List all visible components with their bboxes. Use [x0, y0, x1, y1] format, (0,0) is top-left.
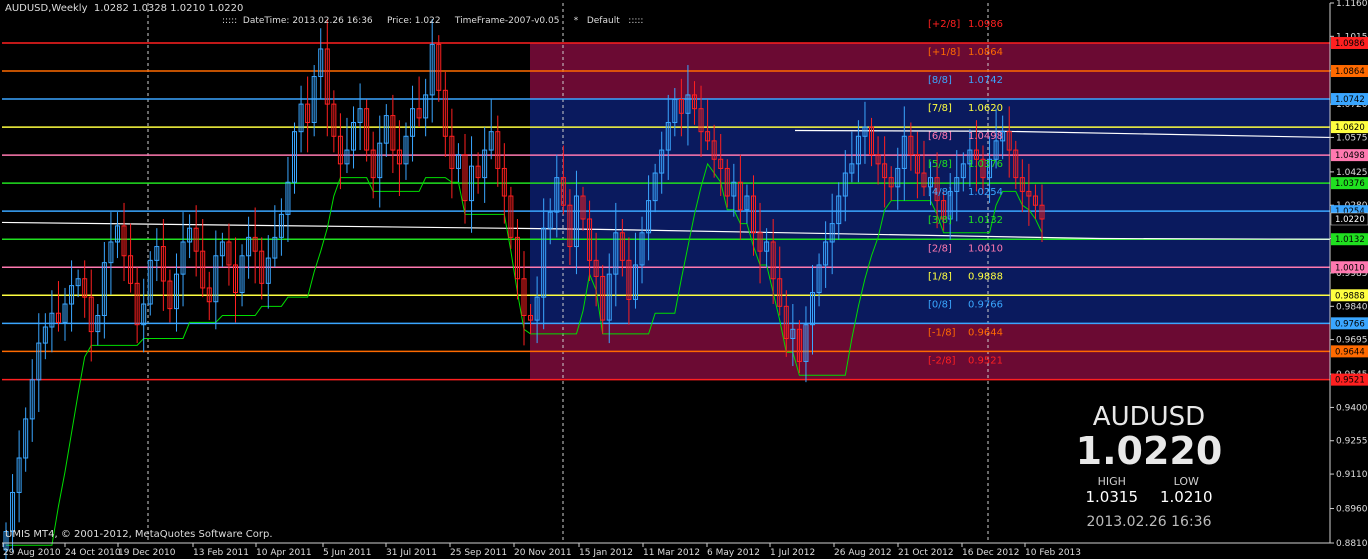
- murrey-level-label: [4/8]: [928, 187, 952, 198]
- murrey-level-label: [8/8]: [928, 75, 952, 86]
- copyright-text: UMIS MT4, © 2001-2012, MetaQuotes Softwa…: [5, 529, 273, 540]
- murrey-level-value: 1.0498: [968, 131, 1003, 142]
- murrey-level-label: [2/8]: [928, 243, 952, 254]
- price-tick-label: 0.8810: [1336, 539, 1368, 549]
- time-tick-label: 29 Aug 2010: [3, 548, 61, 558]
- price-tick-label: 0.9840: [1336, 302, 1368, 312]
- murrey-level-value: 0.9644: [968, 327, 1003, 338]
- level-price-box-text: 1.0376: [1335, 179, 1365, 189]
- level-price-box-text: 1.0498: [1335, 151, 1365, 161]
- murrey-level-label: [0/8]: [928, 299, 952, 310]
- murrey-level-value: 1.0010: [968, 243, 1003, 254]
- price-tick-label: 0.8960: [1336, 505, 1368, 515]
- time-tick-label: 16 Dec 2012: [962, 548, 1020, 558]
- murrey-level-label: [6/8]: [928, 131, 952, 142]
- low-value: 1.0210: [1160, 488, 1213, 506]
- level-price-box-text: 1.0132: [1335, 235, 1365, 245]
- time-tick-label: 13 Feb 2011: [193, 548, 249, 558]
- murrey-level-value: 0.9521: [968, 356, 1003, 367]
- price-tick-label: 1.1160: [1336, 0, 1368, 9]
- level-price-box-text: 1.0620: [1335, 123, 1365, 133]
- current-price-text: 1.0220: [1335, 215, 1365, 225]
- time-tick-label: 21 Oct 2012: [898, 548, 954, 558]
- time-tick-label: 10 Feb 2013: [1025, 548, 1081, 558]
- murrey-level-label: [+1/8]: [928, 47, 960, 58]
- price-tick-label: 0.9400: [1336, 403, 1368, 413]
- panel-datetime: 2013.02.26 16:36: [1086, 514, 1212, 530]
- price-panel: AUDUSD 1.0220 HIGH 1.0315 LOW 1.0210 201…: [1064, 403, 1234, 530]
- time-tick-label: 20 Nov 2011: [514, 548, 572, 558]
- murrey-level-value: 1.0620: [968, 103, 1003, 114]
- panel-price: 1.0220: [1075, 429, 1223, 473]
- murrey-level-label: [1/8]: [928, 271, 952, 282]
- indicator-info: ::::: DateTime: 2013.02.26 16:36 Price: …: [222, 16, 644, 26]
- time-tick-label: 10 Apr 2011: [256, 548, 312, 558]
- murrey-level-label: [7/8]: [928, 103, 952, 114]
- symbol-header: AUDUSD,Weekly 1.0282 1.0328 1.0210 1.022…: [5, 3, 244, 14]
- time-axis: 29 Aug 2010 24 Oct 201019 Dec 2010 13 Feb …: [2, 542, 1330, 558]
- level-price-box-text: 1.0864: [1335, 67, 1365, 77]
- time-tick-label: 31 Jul 2011: [386, 548, 437, 558]
- price-tick-label: 1.0425: [1336, 168, 1368, 178]
- murrey-level-label: [3/8]: [928, 215, 952, 226]
- murrey-level-label: [-2/8]: [928, 356, 956, 367]
- low-label: LOW: [1173, 475, 1199, 488]
- murrey-level-label: [-1/8]: [928, 327, 956, 338]
- murrey-level-label: [5/8]: [928, 159, 952, 170]
- level-price-box-text: 0.9888: [1335, 291, 1365, 301]
- price-tick-label: 0.9110: [1336, 470, 1368, 480]
- time-tick-label: 1 Jul 2012: [770, 548, 815, 558]
- price-tick-label: 0.9255: [1336, 437, 1368, 447]
- time-tick-label: 5 Jun 2011: [323, 548, 371, 558]
- murrey-level-value: 1.0376: [968, 159, 1003, 170]
- time-tick-label: 26 Aug 2012: [834, 548, 892, 558]
- level-price-box-text: 1.0742: [1335, 95, 1365, 105]
- level-price-box-text: 1.0986: [1335, 39, 1365, 49]
- panel-symbol: AUDUSD: [1092, 402, 1206, 432]
- price-tick-label: 1.0575: [1336, 133, 1368, 143]
- level-price-box-text: 0.9521: [1335, 376, 1365, 386]
- time-tick-label: 6 May 2012: [707, 548, 760, 558]
- time-tick-label: 24 Oct 2010: [65, 548, 121, 558]
- murrey-level-value: 0.9766: [968, 299, 1003, 310]
- level-price-box-text: 0.9644: [1335, 347, 1365, 357]
- price-tick-label: 0.9695: [1336, 336, 1368, 346]
- murrey-level-value: 0.9888: [968, 271, 1003, 282]
- murrey-level-value: 1.0742: [968, 75, 1003, 86]
- high-label: HIGH: [1097, 475, 1126, 488]
- price-axis: 1.11601.10151.08651.07201.05751.04251.02…: [1329, 0, 1368, 549]
- time-tick-label: 11 Mar 2012: [643, 548, 700, 558]
- murrey-level-label: [+2/8]: [928, 19, 960, 30]
- level-price-box-text: 0.9766: [1335, 319, 1365, 329]
- time-tick-label: 15 Jan 2012: [579, 548, 633, 558]
- high-value: 1.0315: [1085, 488, 1139, 506]
- murrey-level-value: 1.0254: [968, 187, 1003, 198]
- time-tick-label: 25 Sep 2011: [450, 548, 507, 558]
- murrey-level-value: 1.0864: [968, 47, 1003, 58]
- time-tick-label: 19 Dec 2010: [118, 548, 176, 558]
- level-price-box-text: 1.0010: [1335, 263, 1365, 273]
- murrey-level-value: 1.0986: [968, 19, 1003, 30]
- murrey-level-value: 1.0132: [968, 215, 1003, 226]
